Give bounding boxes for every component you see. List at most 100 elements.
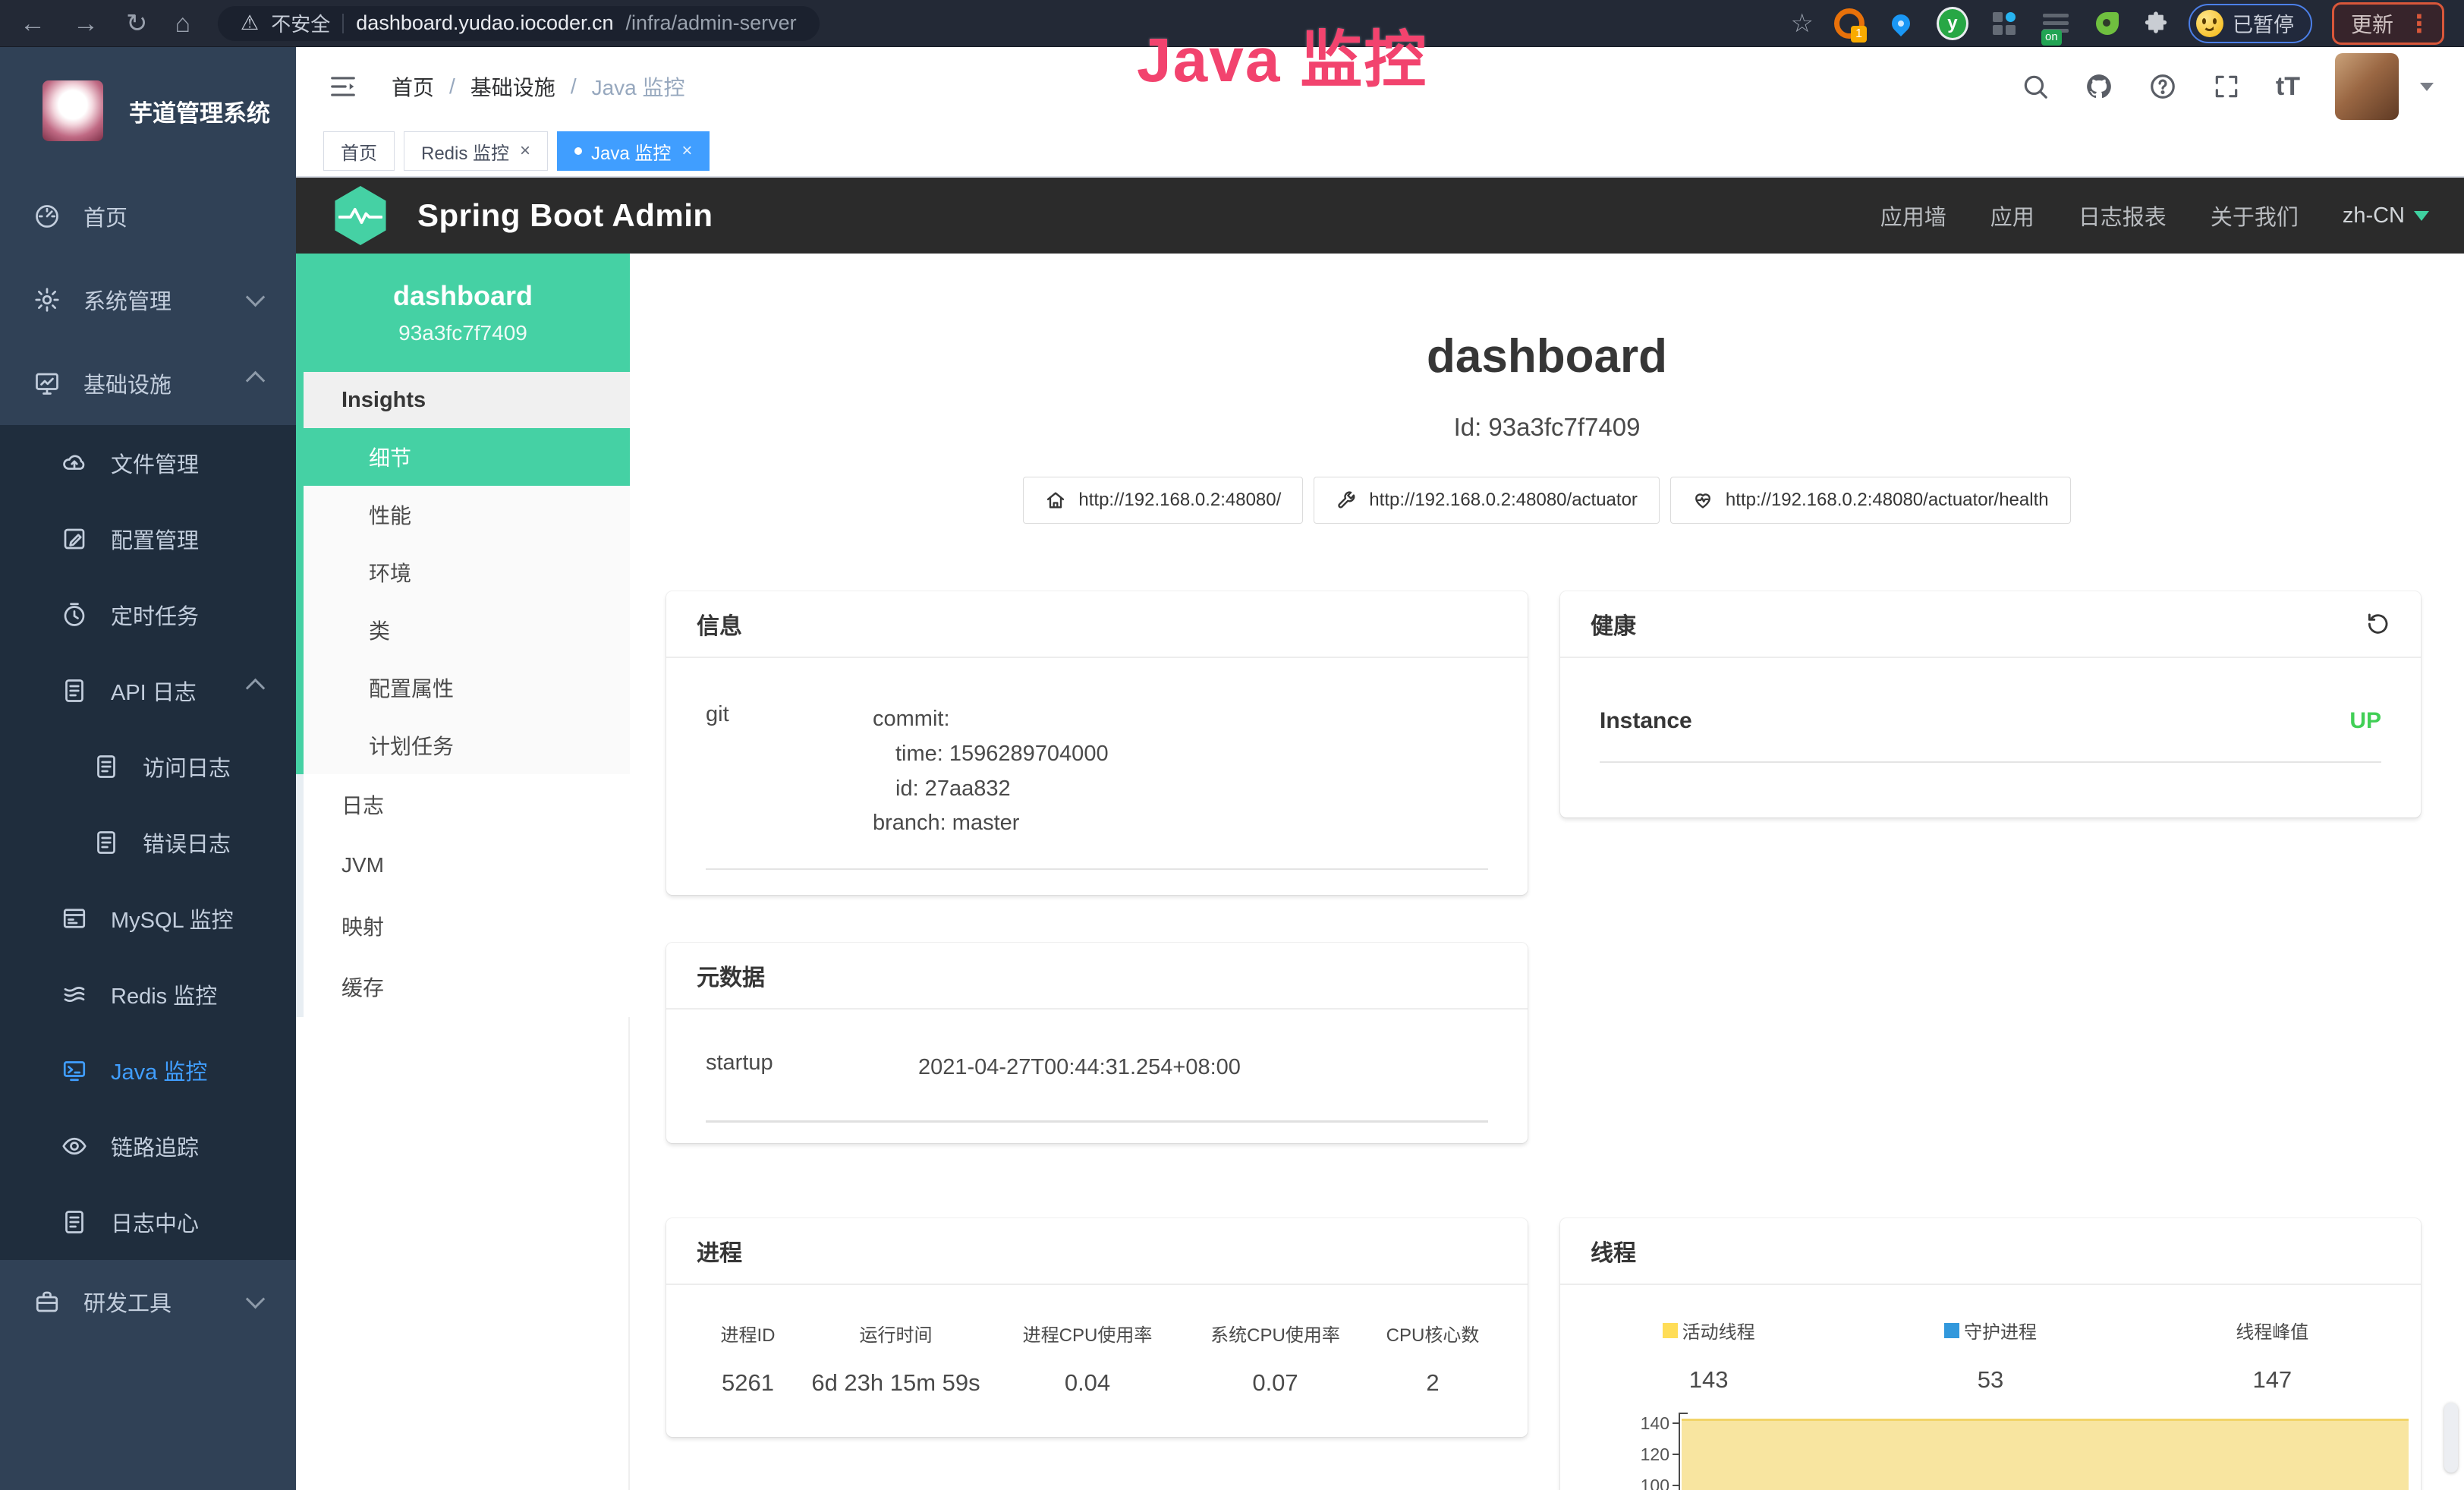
avatar-caret-icon[interactable] xyxy=(2420,83,2434,91)
extension-leaf-icon[interactable] xyxy=(2091,8,2123,39)
sidebar-item-java[interactable]: Java 监控 xyxy=(0,1032,296,1108)
sidebar-item-eye[interactable]: 链路追踪 xyxy=(0,1108,296,1184)
y-axis-tick-label: 120 xyxy=(1591,1445,1669,1463)
github-icon[interactable] xyxy=(2085,72,2113,101)
sidebar-item-label: 基础设施 xyxy=(83,367,172,399)
sba-nav-link[interactable]: 关于我们 xyxy=(2211,200,2299,232)
process-card-header: 进程 xyxy=(666,1218,1528,1285)
endpoint-link-heart[interactable]: http://192.168.0.2:48080/actuator/health xyxy=(1670,477,2071,524)
extension-grid-icon[interactable] xyxy=(1988,8,2020,39)
scrollbar-thumb[interactable] xyxy=(2444,1403,2458,1473)
sidebar-item-infra[interactable]: 基础设施 xyxy=(0,342,296,425)
breadcrumb-item[interactable]: 首页 xyxy=(392,71,434,102)
endpoint-link-wrench[interactable]: http://192.168.0.2:48080/actuator xyxy=(1314,477,1660,524)
process-col-value: 6d 23h 15m 59s xyxy=(799,1369,993,1397)
info-values: commit:time: 1596289704000id: 27aa832bra… xyxy=(873,702,1109,841)
process-col: 系统CPU使用率0.07 xyxy=(1182,1320,1368,1397)
sidebar-item-cloud[interactable]: 文件管理 xyxy=(0,425,296,501)
extension-pin-icon[interactable] xyxy=(1885,8,1917,39)
search-icon[interactable] xyxy=(2021,72,2050,101)
sba-menu-item[interactable]: 环境 xyxy=(304,543,630,601)
layers-icon xyxy=(61,981,88,1008)
sba-menu-root-item[interactable]: 日志 xyxy=(304,774,630,835)
history-icon[interactable] xyxy=(2365,611,2390,637)
metadata-value: 2021-04-27T00:44:31.254+08:00 xyxy=(918,1051,1241,1085)
hamburger-icon[interactable] xyxy=(326,72,360,101)
process-grid: 进程ID5261运行时间6d 23h 15m 59s进程CPU使用率0.04系统… xyxy=(666,1285,1528,1397)
browser-actions: ☆ 1 y on 已暂停 更新 ⋮ xyxy=(1791,2,2445,45)
y-axis xyxy=(1679,1413,1680,1490)
sba-menu-item[interactable]: 性能 xyxy=(304,486,630,543)
sidebar-item-db[interactable]: MySQL 监控 xyxy=(0,880,296,956)
browser-home-icon[interactable]: ⌂ xyxy=(175,11,191,36)
forward-icon[interactable]: → xyxy=(73,11,99,36)
avatar[interactable] xyxy=(2335,53,2399,120)
legend-swatch-icon xyxy=(1944,1323,1959,1338)
bookmark-star-icon[interactable]: ☆ xyxy=(1791,11,1814,36)
sba-locale-select[interactable]: zh-CN xyxy=(2343,203,2429,228)
legend-text: 活动线程 xyxy=(1682,1317,1755,1344)
tab-java-监控[interactable]: Java 监控× xyxy=(557,131,710,171)
sba-instance-header[interactable]: dashboard 93a3fc7f7409 xyxy=(296,254,630,372)
sidebar-item-gear[interactable]: 系统管理 xyxy=(0,258,296,342)
gear-icon xyxy=(33,286,61,313)
url-path: /infra/admin-server xyxy=(626,11,797,35)
sidebar-item-log[interactable]: 访问日志 xyxy=(0,729,296,805)
endpoint-url: http://192.168.0.2:48080/actuator/health xyxy=(1726,490,2049,511)
sidebar-item-timer[interactable]: 定时任务 xyxy=(0,577,296,653)
sba-menu-item[interactable]: 类 xyxy=(304,601,630,659)
help-icon[interactable] xyxy=(2148,72,2177,101)
process-col: CPU核心数2 xyxy=(1368,1320,1497,1397)
health-row[interactable]: Instance UP xyxy=(1560,658,2421,734)
sidebar-item-label: 文件管理 xyxy=(111,447,199,479)
browser-menu-dots-icon[interactable]: ⋮ xyxy=(2407,11,2431,36)
sidebar-item-briefcase[interactable]: 研发工具 xyxy=(0,1260,296,1344)
extension-updater-icon[interactable]: 1 xyxy=(1833,8,1865,39)
sidebar-item-label: 配置管理 xyxy=(111,523,199,555)
sba-nav-link[interactable]: 应用 xyxy=(1990,200,2034,232)
reload-icon[interactable]: ↻ xyxy=(126,11,148,36)
profile-paused-pill[interactable]: 已暂停 xyxy=(2189,4,2312,43)
fullscreen-icon[interactable] xyxy=(2212,72,2241,101)
tab-close-icon[interactable]: × xyxy=(681,140,692,162)
sidebar-item-log[interactable]: API 日志 xyxy=(0,653,296,729)
font-size-icon[interactable]: tT xyxy=(2276,72,2300,102)
breadcrumb-item[interactable]: 基础设施 xyxy=(470,71,555,102)
address-bar[interactable]: ⚠ 不安全 dashboard.yudao.iocoder.cn /infra/… xyxy=(218,6,820,41)
tab-close-icon[interactable]: × xyxy=(520,140,530,162)
sba-menu-item[interactable]: 计划任务 xyxy=(304,717,630,774)
metadata-card: 元数据 startup 2021-04-27T00:44:31.254+08:0… xyxy=(666,943,1528,1143)
sba-menu-root-item[interactable]: 映射 xyxy=(304,896,630,956)
extension-y-icon[interactable]: y xyxy=(1937,8,1968,39)
info-card-title: 信息 xyxy=(697,607,742,641)
sba-menu-root-item[interactable]: 缓存 xyxy=(304,956,630,1017)
back-icon[interactable]: ← xyxy=(20,11,46,36)
endpoint-url: http://192.168.0.2:48080/ xyxy=(1078,490,1281,511)
sidebar-menu: 首页系统管理基础设施文件管理配置管理定时任务API 日志访问日志错误日志MySQ… xyxy=(0,175,296,1344)
info-card-header: 信息 xyxy=(666,591,1528,658)
app-logo-row[interactable]: 芋道管理系统 xyxy=(0,47,296,175)
tab-redis-监控[interactable]: Redis 监控× xyxy=(404,131,548,171)
sba-nav-link[interactable]: 应用墙 xyxy=(1880,200,1946,232)
sidebar-item-edit[interactable]: 配置管理 xyxy=(0,501,296,577)
sba-logo-icon xyxy=(331,186,390,245)
sba-menu-item[interactable]: 细节 xyxy=(304,428,630,486)
tab-首页[interactable]: 首页 xyxy=(323,131,395,171)
sba-nav-link[interactable]: 日志报表 xyxy=(2079,200,2167,232)
sidebar-item-label: 日志中心 xyxy=(111,1206,199,1238)
sidebar-item-layers[interactable]: Redis 监控 xyxy=(0,956,296,1032)
divider xyxy=(706,868,1488,870)
browser-update-button[interactable]: 更新 ⋮ xyxy=(2332,2,2444,45)
edit-icon xyxy=(61,525,88,553)
sidebar-item-log[interactable]: 日志中心 xyxy=(0,1184,296,1260)
health-card-title: 健康 xyxy=(1591,607,1636,641)
sba-menu-root-item[interactable]: JVM xyxy=(304,835,630,896)
thread-legend-value: 53 xyxy=(1849,1366,2131,1394)
extensions-puzzle-icon[interactable] xyxy=(2143,11,2169,36)
sba-menu-item[interactable]: 配置属性 xyxy=(304,659,630,717)
endpoint-link-home[interactable]: http://192.168.0.2:48080/ xyxy=(1023,477,1303,524)
db-icon xyxy=(61,905,88,932)
sidebar-item-log[interactable]: 错误日志 xyxy=(0,805,296,880)
sidebar-item-dashboard[interactable]: 首页 xyxy=(0,175,296,258)
extension-tabs-on-icon[interactable]: on xyxy=(2040,8,2072,39)
